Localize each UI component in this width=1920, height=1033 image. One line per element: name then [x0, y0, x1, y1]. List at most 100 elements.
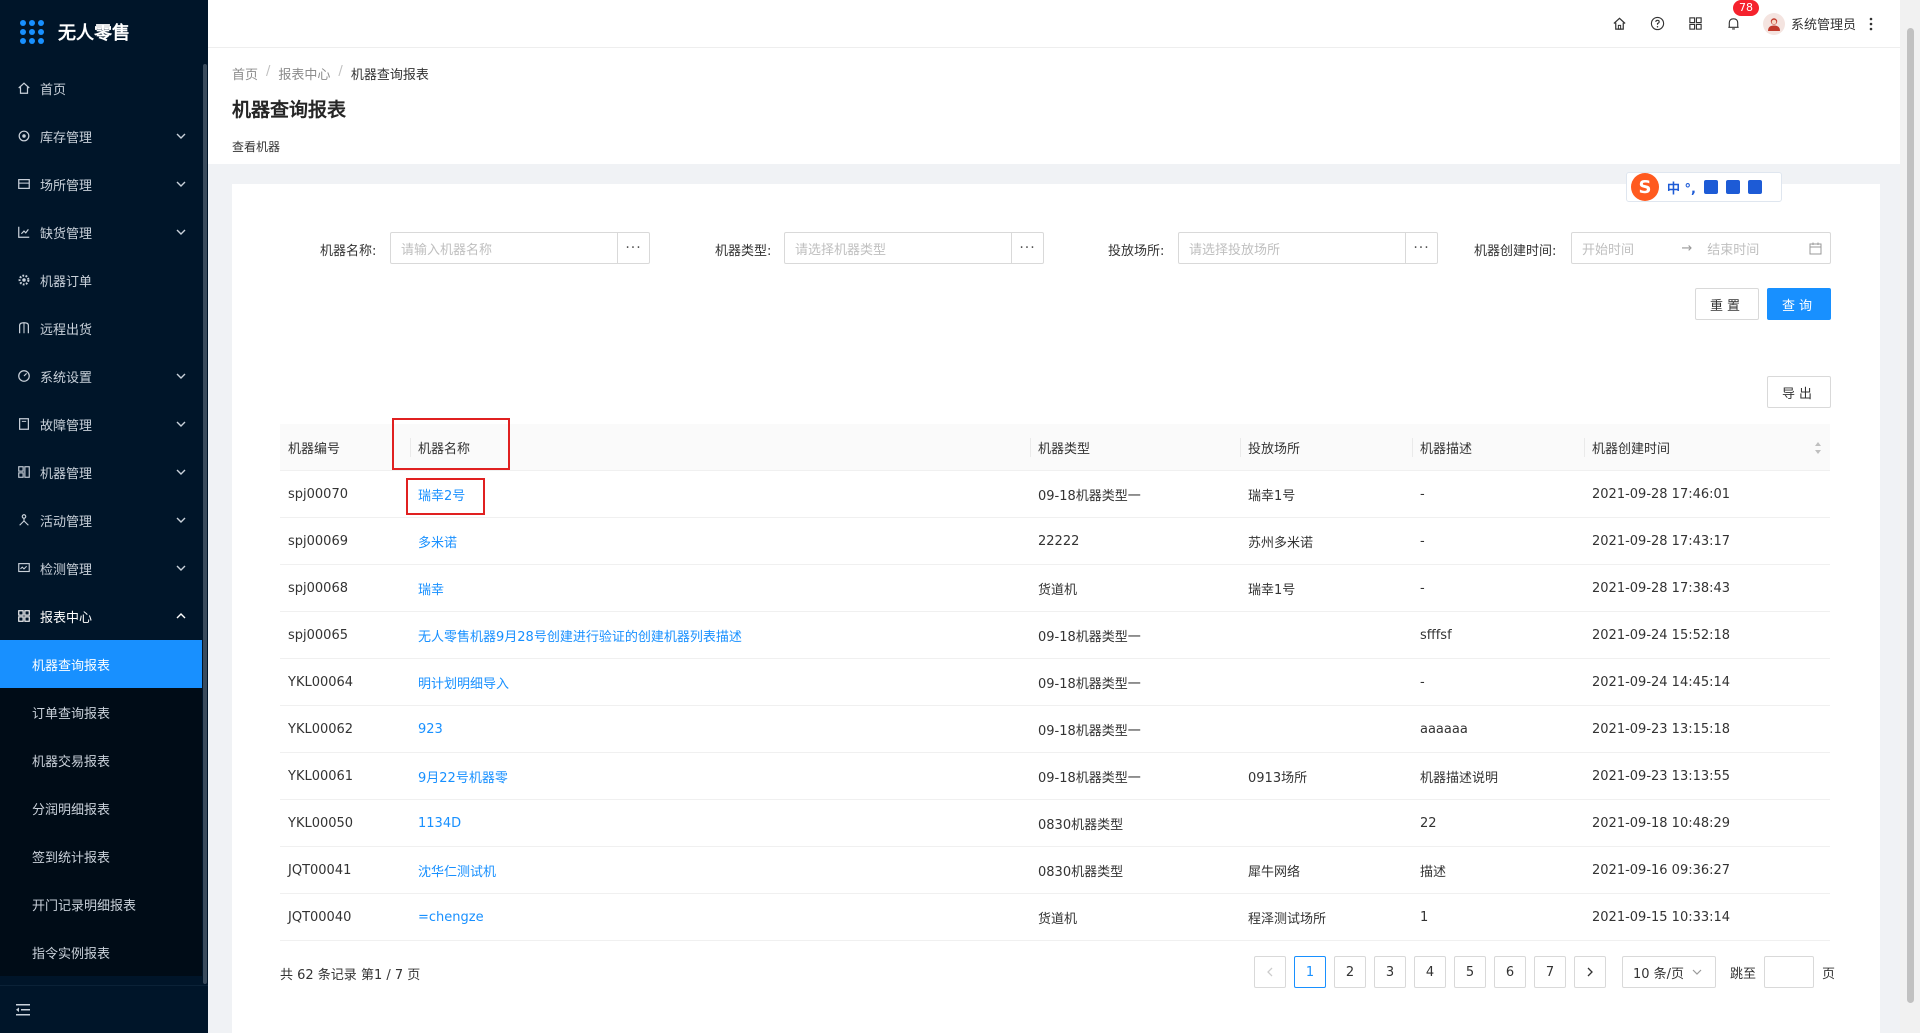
- cell-description: aaaaaa: [1420, 721, 1468, 737]
- sidebar-item-8[interactable]: 机器管理: [0, 448, 208, 496]
- export-button[interactable]: 导出: [1767, 376, 1831, 408]
- notification-badge: 78: [1732, 0, 1759, 16]
- keyboard-icon[interactable]: [1725, 180, 1740, 194]
- query-button[interactable]: 查询: [1767, 288, 1831, 320]
- monitor-icon: [16, 560, 32, 576]
- cell-create-time: 2021-09-16 09:36:27: [1592, 862, 1731, 878]
- app-logo[interactable]: 无人零售: [0, 0, 208, 64]
- page-scrollbar[interactable]: [1900, 0, 1920, 1033]
- cell-create-time: 2021-09-18 10:48:29: [1592, 815, 1731, 831]
- column-header-time[interactable]: 机器创建时间: [1584, 424, 1830, 470]
- cell-machine-id: spj00068: [288, 580, 348, 596]
- sort-icon[interactable]: [1814, 441, 1822, 455]
- sidebar-scrollbar[interactable]: [202, 64, 208, 984]
- more-vertical-icon[interactable]: [1868, 16, 1874, 32]
- user-menu[interactable]: 系统管理员: [1762, 12, 1856, 35]
- sidebar-item-9[interactable]: 活动管理: [0, 496, 208, 544]
- place-picker-icon[interactable]: ···: [1405, 233, 1437, 263]
- create-time-range[interactable]: 开始时间 → 结束时间: [1571, 232, 1831, 264]
- cell-machine-type: 09-18机器类型一: [1038, 770, 1141, 786]
- submenu-item-3[interactable]: 分润明细报表: [0, 784, 208, 832]
- name-picker-icon[interactable]: ···: [617, 233, 649, 263]
- home-icon[interactable]: [1609, 13, 1631, 35]
- submenu-item-2[interactable]: 机器交易报表: [0, 736, 208, 784]
- toolbox-icon[interactable]: [1747, 180, 1762, 194]
- sidebar-item-5[interactable]: 远程出货: [0, 304, 208, 352]
- page-subtitle: 查看机器: [232, 140, 281, 154]
- breadcrumb-reports[interactable]: 报表中心: [278, 64, 330, 83]
- avatar: [1762, 12, 1785, 35]
- sidebar: 无人零售 首页 库存管理 场所管理缺货管理机器订单远程出货系统设置 故障管理 机器管理活…: [0, 0, 208, 1033]
- page-button-1[interactable]: 1: [1294, 956, 1326, 988]
- cell-create-time: 2021-09-15 10:33:14: [1592, 909, 1731, 925]
- machine-name-link[interactable]: 无人零售机器9月28号创建进行验证的创建机器列表描述: [410, 612, 1030, 658]
- sidebar-item-4[interactable]: 机器订单: [0, 256, 208, 304]
- machine-name-link[interactable]: =chengze: [410, 894, 1030, 940]
- end-time-input[interactable]: 结束时间: [1697, 239, 1801, 258]
- sidebar-item-0[interactable]: 首页: [0, 64, 208, 112]
- collapse-sidebar-button[interactable]: [0, 985, 208, 1033]
- type-picker-icon[interactable]: ···: [1011, 233, 1043, 263]
- chevron-down-icon: [176, 421, 186, 427]
- total-records: 共 62 条记录 第1 / 7 页: [280, 968, 421, 983]
- chevron-down-icon: [176, 181, 186, 187]
- sidebar-item-7[interactable]: 故障管理: [0, 400, 208, 448]
- machine-name-link[interactable]: 923: [410, 706, 1030, 752]
- logo-icon: [20, 20, 44, 44]
- help-icon[interactable]: [1647, 13, 1669, 35]
- prev-page-button[interactable]: [1254, 956, 1286, 988]
- sidebar-item-3[interactable]: 缺货管理: [0, 208, 208, 256]
- cell-machine-type: 0830机器类型: [1038, 817, 1124, 833]
- page-button-5[interactable]: 5: [1454, 956, 1486, 988]
- page-size-select[interactable]: 10 条/页: [1622, 956, 1716, 988]
- page-button-4[interactable]: 4: [1414, 956, 1446, 988]
- bell-icon[interactable]: 78: [1723, 0, 1759, 35]
- sidebar-item-label: 缺货管理: [40, 226, 93, 242]
- cell-description: 描述: [1420, 864, 1447, 880]
- cell-description: 1: [1420, 909, 1429, 925]
- sidebar-item-label: 远程出货: [40, 322, 93, 338]
- sidebar-item-1[interactable]: 库存管理: [0, 112, 208, 160]
- cell-machine-type: 货道机: [1038, 582, 1078, 598]
- sidebar-item-6[interactable]: 系统设置: [0, 352, 208, 400]
- report-submenu: 机器查询报表 订单查询报表 机器交易报表 分润明细报表 签到统计报表 开门记录明细报表 指令…: [0, 640, 208, 976]
- pagination: 1234567 10 条/页 跳至 页: [1254, 956, 1835, 988]
- machine-name-link[interactable]: 9月22号机器零: [410, 753, 1030, 799]
- sidebar-item-2[interactable]: 场所管理: [0, 160, 208, 208]
- machine-name-input[interactable]: 请输入机器名称 ···: [390, 232, 650, 264]
- machine-name-link[interactable]: 瑞幸: [410, 565, 1030, 611]
- submenu-item-4[interactable]: 签到统计报表: [0, 832, 208, 880]
- jump-page-input[interactable]: [1764, 956, 1815, 988]
- sogou-icon: S: [1631, 173, 1659, 201]
- reset-button[interactable]: 重置: [1695, 288, 1759, 320]
- next-page-button[interactable]: [1574, 956, 1606, 988]
- cell-place: 瑞幸1号: [1248, 582, 1296, 598]
- page-button-6[interactable]: 6: [1494, 956, 1526, 988]
- machine-name-link[interactable]: 1134D: [410, 800, 1030, 846]
- place-select[interactable]: 请选择投放场所 ···: [1178, 232, 1438, 264]
- cell-machine-type: 0830机器类型: [1038, 864, 1124, 880]
- cell-description: -: [1420, 580, 1425, 596]
- page-button-3[interactable]: 3: [1374, 956, 1406, 988]
- cell-description: 机器描述说明: [1420, 770, 1499, 786]
- machine-name-link[interactable]: 沈华仁测试机: [410, 847, 1030, 893]
- chevron-down-icon: [176, 373, 186, 379]
- machine-name-link[interactable]: 多米诺: [410, 518, 1030, 564]
- range-arrow-icon: →: [1681, 240, 1693, 256]
- submenu-item-6[interactable]: 指令实例报表: [0, 928, 208, 976]
- start-time-input[interactable]: 开始时间: [1572, 239, 1676, 258]
- breadcrumb-home[interactable]: 首页: [232, 64, 258, 83]
- mic-icon[interactable]: [1703, 180, 1718, 194]
- apps-icon[interactable]: [1685, 13, 1707, 35]
- page-button-2[interactable]: 2: [1334, 956, 1366, 988]
- machine-name-link[interactable]: 明计划明细导入: [410, 659, 1030, 705]
- submenu-item-1[interactable]: 订单查询报表: [0, 688, 208, 736]
- machine-type-select[interactable]: 请选择机器类型 ···: [784, 232, 1044, 264]
- sidebar-item-11[interactable]: 报表中心: [0, 592, 208, 640]
- machine-name-link[interactable]: 瑞幸2号: [410, 471, 1030, 517]
- page-button-7[interactable]: 7: [1534, 956, 1566, 988]
- ime-toolbar[interactable]: S 中 °,: [1626, 172, 1782, 202]
- sidebar-item-10[interactable]: 检测管理: [0, 544, 208, 592]
- submenu-item-0[interactable]: 机器查询报表: [0, 640, 208, 688]
- submenu-item-5[interactable]: 开门记录明细报表: [0, 880, 208, 928]
